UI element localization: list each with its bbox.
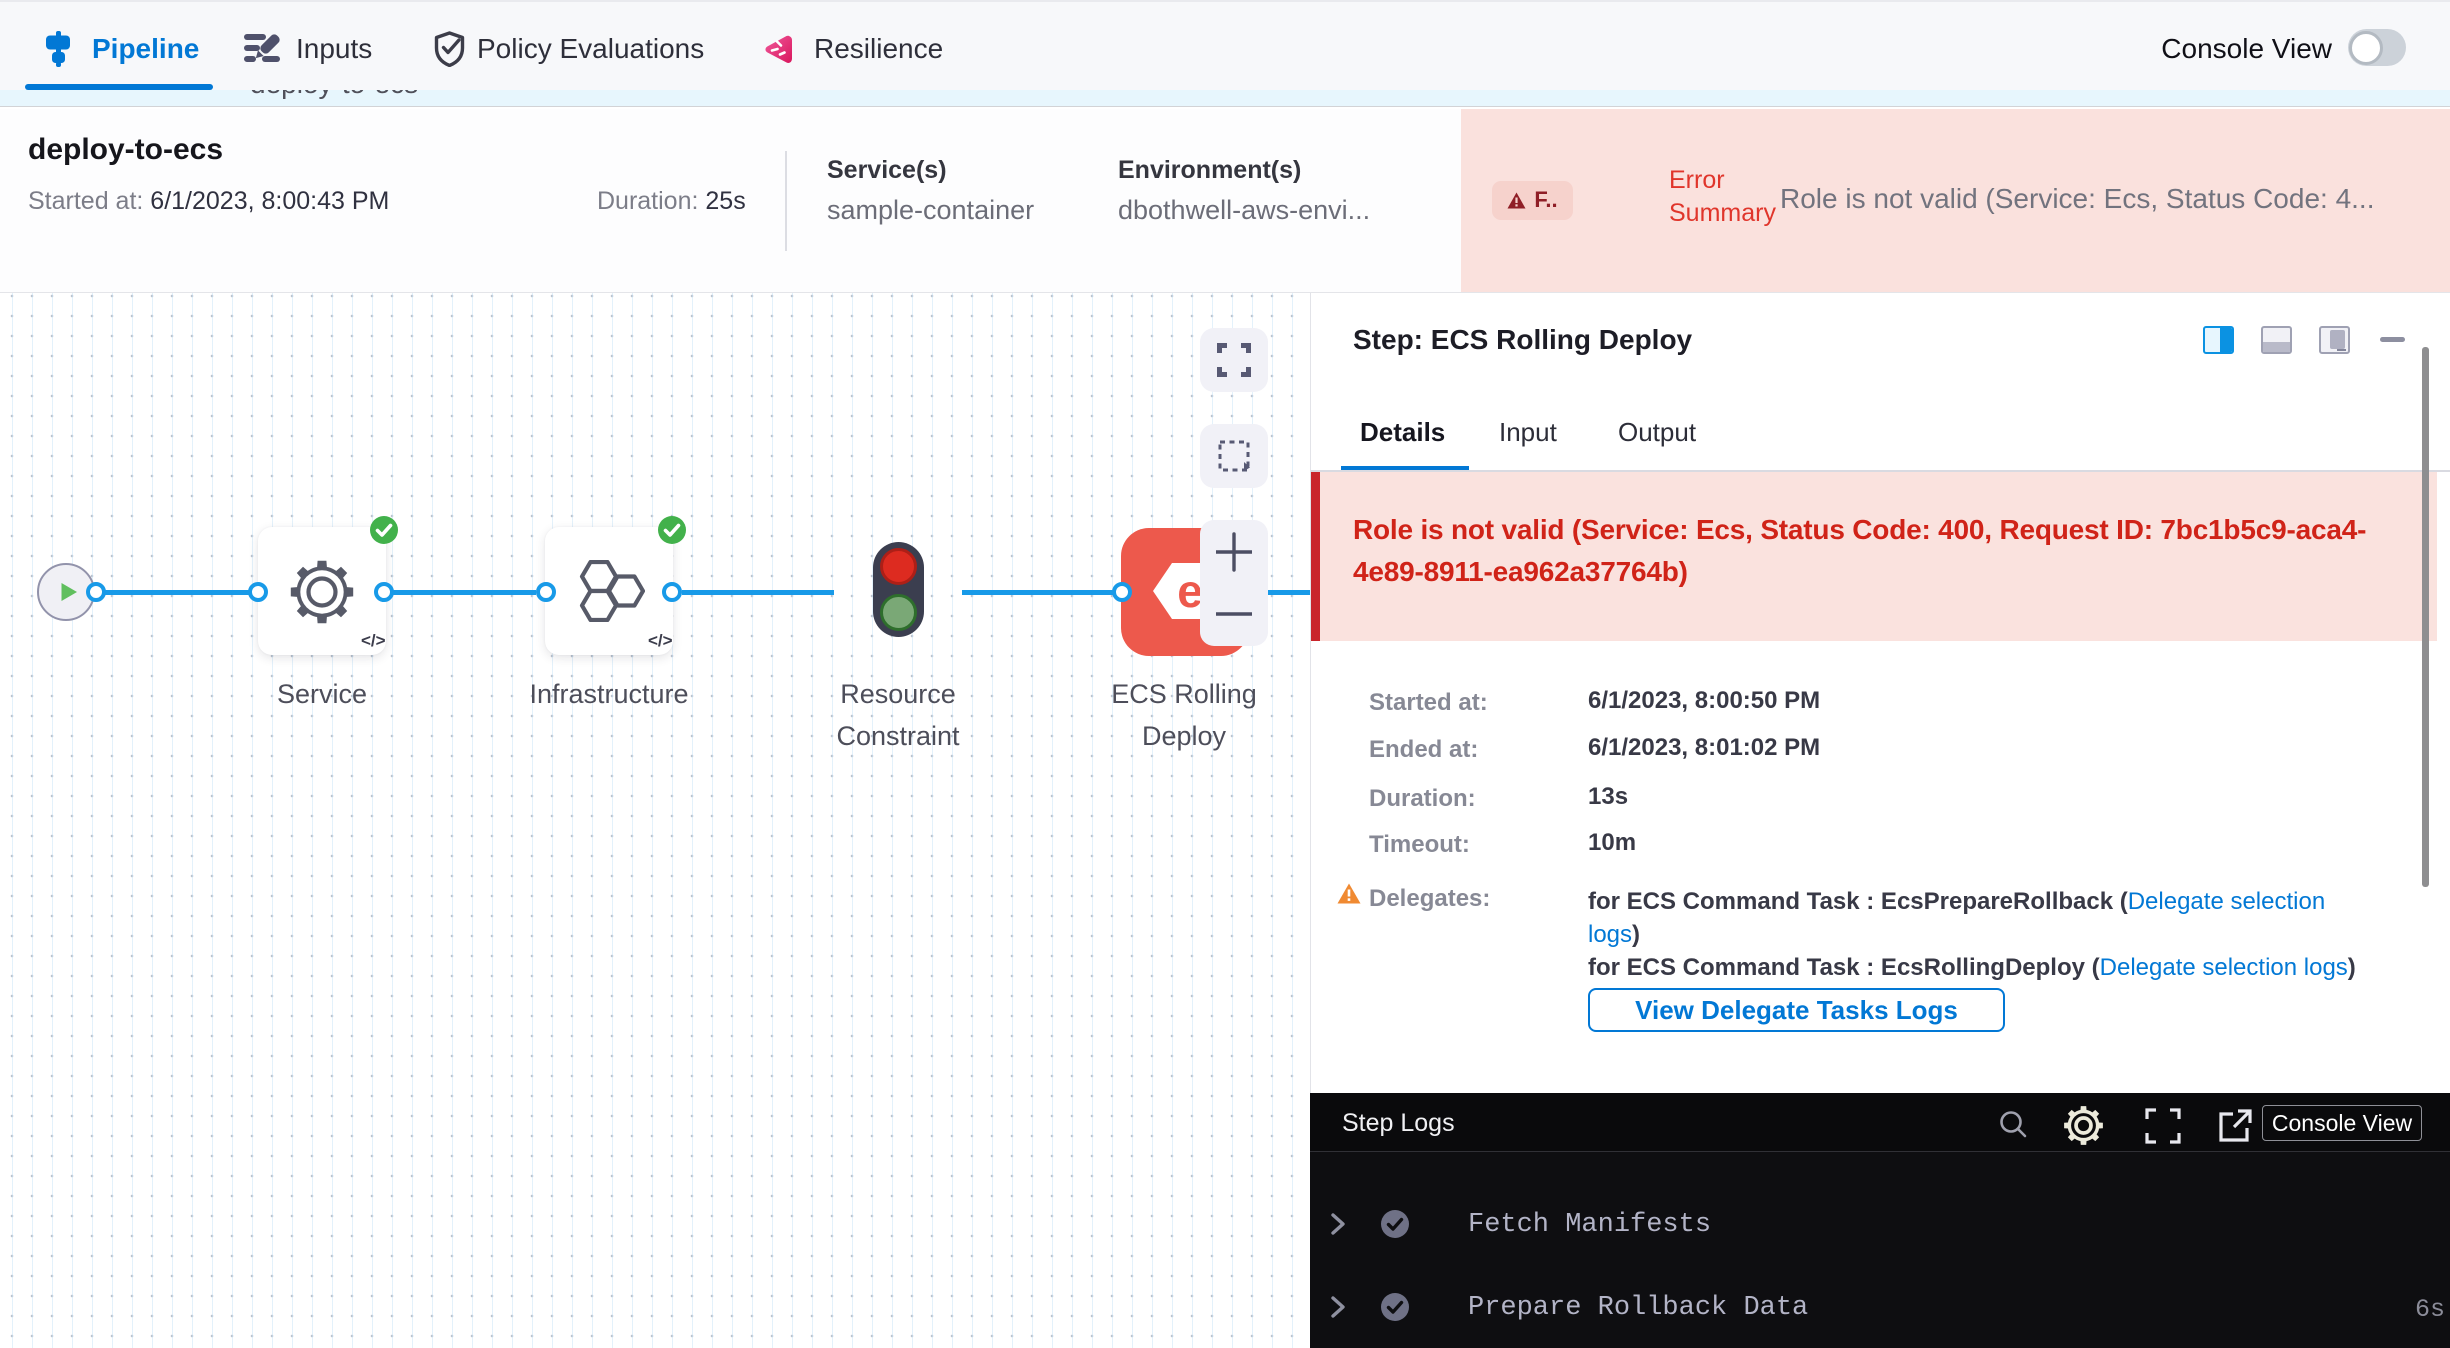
svg-text:e: e	[1177, 565, 1203, 617]
